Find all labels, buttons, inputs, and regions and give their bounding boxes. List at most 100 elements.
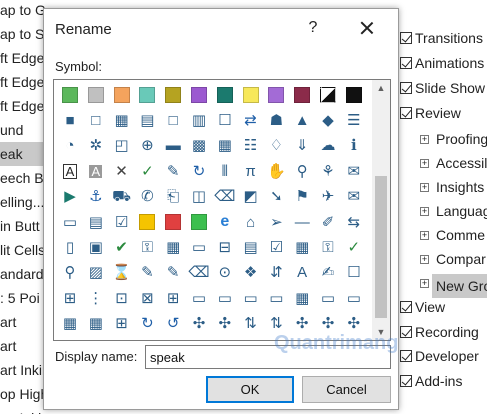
symbol-cell[interactable]: □ <box>84 108 108 132</box>
symbol-cell[interactable]: ✎ <box>161 261 185 285</box>
ribbon-tree-item[interactable]: Transitions <box>398 26 487 50</box>
symbol-cell[interactable]: ℹ <box>342 134 366 158</box>
symbol-cell[interactable]: ❖ <box>239 261 263 285</box>
symbol-cell[interactable]: ⊞ <box>58 286 82 310</box>
ribbon-tree-item[interactable]: Developer <box>398 344 487 368</box>
symbol-cell[interactable]: ✎ <box>135 261 159 285</box>
symbol-cell[interactable]: e <box>213 210 237 234</box>
symbol-cell[interactable]: ▤ <box>135 108 159 132</box>
symbol-cell[interactable]: ↻ <box>187 159 211 183</box>
symbol-cell[interactable]: ▦ <box>161 235 185 259</box>
symbol-cell[interactable]: ↻ <box>135 312 159 336</box>
symbol-cell[interactable]: ⚿ <box>316 235 340 259</box>
checkbox-checked-icon[interactable] <box>400 107 412 119</box>
symbol-cell[interactable]: ▦ <box>110 108 134 132</box>
symbol-cell[interactable]: π <box>239 159 263 183</box>
symbol-cell[interactable]: ⚲ <box>58 261 82 285</box>
symbol-cell[interactable]: ▦ <box>58 312 82 336</box>
symbol-cell[interactable]: ✉ <box>342 159 366 183</box>
symbol-cell[interactable]: ■ <box>58 108 82 132</box>
symbol-cell[interactable]: ▭ <box>264 286 288 310</box>
symbol-cell[interactable] <box>264 83 288 107</box>
display-name-input[interactable] <box>145 345 391 369</box>
symbol-cell[interactable]: ♢ <box>264 134 288 158</box>
symbol-cell[interactable]: ↺ <box>161 312 185 336</box>
symbol-cell[interactable]: ▭ <box>342 286 366 310</box>
symbol-cell[interactable]: ✕ <box>110 159 134 183</box>
ribbon-tree-item[interactable]: + Comme <box>418 223 487 247</box>
symbol-cell[interactable]: ✆ <box>135 185 159 209</box>
symbol-cell[interactable]: ▲ <box>290 108 314 132</box>
symbol-cell[interactable]: ▦ <box>213 134 237 158</box>
close-icon[interactable] <box>354 15 380 41</box>
checkbox-checked-icon[interactable] <box>400 57 412 69</box>
symbol-cell[interactable]: ⊞ <box>110 312 134 336</box>
symbol-cell[interactable]: ⛟ <box>110 185 134 209</box>
symbol-cell[interactable]: ▥ <box>187 108 211 132</box>
ribbon-tree-item[interactable]: + Compar <box>418 247 487 271</box>
symbol-cell[interactable]: ☐ <box>342 261 366 285</box>
symbol-cell[interactable]: — <box>290 210 314 234</box>
symbol-cell[interactable] <box>316 83 340 107</box>
symbol-cell[interactable]: ▦ <box>84 312 108 336</box>
symbol-cell[interactable]: ✲ <box>84 134 108 158</box>
symbol-cell[interactable]: ⦀ <box>213 159 237 183</box>
symbol-cell[interactable]: ⚑ <box>290 185 314 209</box>
symbol-cell[interactable]: ⇄ <box>239 108 263 132</box>
symbol-cell[interactable] <box>110 83 134 107</box>
symbol-cell[interactable]: ◰ <box>110 134 134 158</box>
ribbon-tree-item[interactable]: Recording <box>398 320 487 344</box>
expand-icon[interactable]: + <box>420 279 429 288</box>
cancel-button[interactable]: Cancel <box>302 376 391 403</box>
ribbon-tree-item[interactable]: Review <box>398 101 487 125</box>
symbol-cell[interactable]: ⌫ <box>187 261 211 285</box>
symbol-cell[interactable]: ✓ <box>342 235 366 259</box>
symbol-cell[interactable]: ✣ <box>316 312 340 336</box>
symbol-cell[interactable]: ▶ <box>58 185 82 209</box>
symbol-cell[interactable]: ⌂ <box>239 210 263 234</box>
symbol-cell[interactable]: ⌛ <box>110 261 134 285</box>
symbol-cell[interactable]: ⊞ <box>161 286 185 310</box>
symbol-scrollbar[interactable]: ▲ ▼ <box>372 80 390 340</box>
ribbon-tree-item[interactable]: + Proofing <box>418 127 487 151</box>
scroll-up-icon[interactable]: ▲ <box>372 80 390 96</box>
symbol-cell[interactable] <box>239 83 263 107</box>
symbol-cell[interactable]: ⚓ <box>84 185 108 209</box>
symbol-cell[interactable]: A <box>290 261 314 285</box>
symbol-cell[interactable]: ✋ <box>264 159 288 183</box>
symbol-cell[interactable]: A <box>58 159 82 183</box>
symbol-cell[interactable] <box>161 210 185 234</box>
symbol-cell[interactable]: ✣ <box>342 312 366 336</box>
symbol-cell[interactable] <box>135 210 159 234</box>
symbol-cell[interactable]: ▣ <box>84 235 108 259</box>
ribbon-tree-item[interactable]: Animations <box>398 51 487 75</box>
symbol-cell[interactable]: ☁ <box>316 134 340 158</box>
symbol-cell[interactable]: ◩ <box>239 185 263 209</box>
ribbon-tree-item[interactable]: + Accessil <box>418 151 487 175</box>
ribbon-tree-item[interactable]: View <box>398 295 487 319</box>
symbol-cell[interactable]: ▩ <box>187 134 211 158</box>
symbol-cell[interactable]: ✐ <box>316 210 340 234</box>
symbol-cell[interactable]: ⊙ <box>213 261 237 285</box>
symbol-cell[interactable]: □ <box>161 108 185 132</box>
symbol-cell[interactable]: ☰ <box>342 108 366 132</box>
symbol-cell[interactable]: ▭ <box>187 286 211 310</box>
ribbon-tree-item[interactable]: + Insights <box>418 175 487 199</box>
symbol-cell[interactable] <box>135 83 159 107</box>
checkbox-checked-icon[interactable] <box>400 82 412 94</box>
symbol-cell[interactable] <box>187 210 211 234</box>
symbol-cell[interactable]: ▭ <box>58 210 82 234</box>
expand-icon[interactable]: + <box>420 231 429 240</box>
symbol-cell[interactable]: ☗ <box>264 108 288 132</box>
symbol-cell[interactable] <box>161 83 185 107</box>
symbol-cell[interactable]: ⇅ <box>264 312 288 336</box>
ribbon-tree-item[interactable]: + Languag <box>418 199 487 223</box>
ok-button[interactable]: OK <box>206 376 294 403</box>
symbol-cell[interactable]: ⚿ <box>135 235 159 259</box>
symbol-cell[interactable]: ✣ <box>290 312 314 336</box>
symbol-cell[interactable]: ✔ <box>110 235 134 259</box>
symbol-cell[interactable] <box>342 83 366 107</box>
symbol-cell[interactable]: ▬ <box>161 134 185 158</box>
symbol-cell[interactable]: ⌫ <box>213 185 237 209</box>
symbol-cell[interactable]: ✍ <box>316 261 340 285</box>
